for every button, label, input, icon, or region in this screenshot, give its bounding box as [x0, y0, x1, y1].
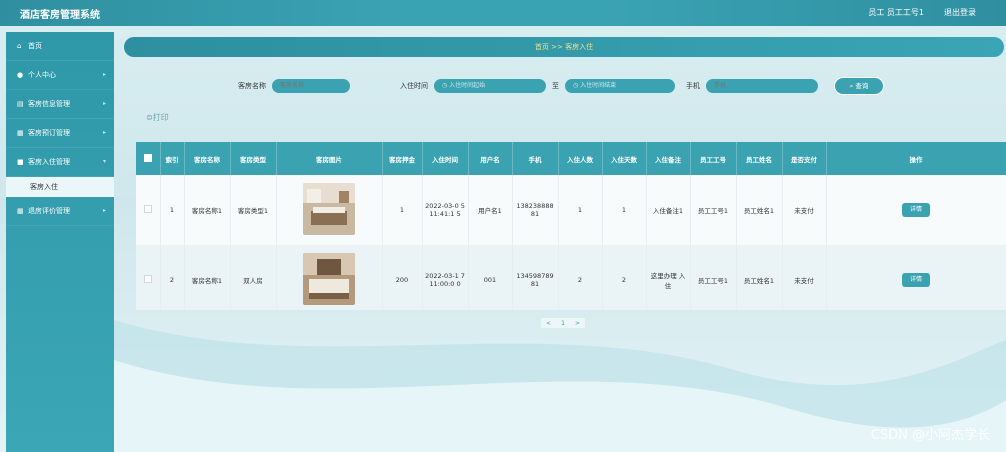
page-number[interactable]: 1 — [561, 320, 565, 327]
top-bar: 酒店客房管理系统 员工 员工工号1 退出登录 — [0, 0, 1006, 26]
header-index: 索引 — [160, 142, 185, 175]
phone-label: 手机 — [686, 82, 700, 90]
next-page-button[interactable]: > — [575, 320, 580, 327]
detail-button[interactable]: 详情 — [902, 203, 930, 217]
user-icon: ● — [17, 71, 24, 79]
room-image — [303, 253, 355, 305]
header-room-image: 客房图片 — [276, 142, 383, 175]
user-label: 员工 员工工号1 — [868, 8, 924, 17]
room-image — [303, 183, 355, 235]
cell-emp-no: 员工工号1 — [690, 175, 737, 245]
row-checkbox[interactable] — [143, 275, 152, 283]
sidebar-subitem-checkin[interactable]: 客房入住 — [6, 177, 114, 197]
cell-note: 入住备注1 — [646, 175, 691, 245]
chevron-icon: ▸ — [102, 207, 106, 214]
header-paid: 是否支付 — [782, 142, 827, 175]
grid-icon: ▦ — [17, 207, 24, 215]
cell-days: 1 — [602, 175, 647, 245]
prev-page-button[interactable]: < — [546, 320, 551, 327]
sidebar-item-profile[interactable]: ● 个人中心 ▸ — [6, 61, 114, 90]
header-room-type: 客房类型 — [230, 142, 277, 175]
cell-paid: 未支付 — [782, 245, 827, 310]
sidebar-item-checkout[interactable]: ▦ 退房评价管理 ▸ — [6, 197, 114, 226]
query-button[interactable]: ⌕ 查询 — [834, 77, 884, 95]
checkin-table: 索引 客房名称 客房类型 客房图片 客房押金 入住时间 用户名 手机 入住人数 … — [136, 142, 1006, 310]
breadcrumb-current: 客房入住 — [565, 43, 594, 51]
cell-people: 2 — [558, 245, 603, 310]
cell-username: 用户名1 — [468, 175, 513, 245]
time-start-input[interactable]: ◷ 入住时间起始 — [434, 79, 546, 93]
time-end-input[interactable]: ◷ 入住时间结束 — [565, 79, 675, 93]
phone-filter: 手机 — [686, 78, 818, 94]
sidebar: ⌂ 首页 ● 个人中心 ▸ ▤ 客房信息管理 ▸ ▦ 客房预订管理 ▸ ■ 客房入住管理 ▾ 客房… — [6, 32, 114, 452]
grid-icon: ▦ — [17, 129, 24, 137]
range-separator: 至 — [552, 82, 559, 90]
home-icon: ⌂ — [17, 42, 22, 50]
cell-checkin-time: 2022-03-1 7 11:00:0 0 — [422, 245, 469, 310]
table-header-row: 索引 客房名称 客房类型 客房图片 客房押金 入住时间 用户名 手机 入住人数 … — [136, 142, 1006, 175]
header-emp-no: 员工工号 — [690, 142, 737, 175]
header-username: 用户名 — [468, 142, 513, 175]
cell-deposit: 200 — [382, 245, 423, 310]
header-emp-name: 员工姓名 — [736, 142, 783, 175]
cell-room-type: 双人房 — [230, 245, 277, 310]
header-select-all[interactable] — [136, 142, 161, 175]
chevron-icon: ▸ — [102, 71, 106, 78]
header-checkin-time: 入住时间 — [422, 142, 469, 175]
sidebar-item-home[interactable]: ⌂ 首页 — [6, 32, 114, 61]
table-row: 2 客房名称1 双人房 200 2022-03-1 7 11:00:0 0 00… — [136, 245, 1006, 310]
print-button[interactable]: ⊜打印 — [146, 112, 169, 123]
cell-emp-no: 员工工号1 — [690, 245, 737, 310]
checkin-time-label: 入住时间 — [400, 82, 428, 90]
chevron-icon: ▾ — [102, 158, 106, 165]
cell-index: 2 — [160, 245, 185, 310]
cell-note: 这里办理 入住 — [646, 245, 691, 310]
cell-emp-name: 员工姓名1 — [736, 245, 783, 310]
header-phone: 手机 — [512, 142, 559, 175]
cell-paid: 未支付 — [782, 175, 827, 245]
list-icon: ▤ — [17, 100, 24, 108]
print-icon: ⊜ — [146, 113, 153, 122]
cell-people: 1 — [558, 175, 603, 245]
cell-room-name: 客房名称1 — [184, 175, 231, 245]
detail-button[interactable]: 详情 — [902, 273, 930, 287]
checkbox[interactable] — [143, 153, 152, 162]
watermark: CSDN @小阿杰学长 — [870, 428, 990, 443]
header-room-name: 客房名称 — [184, 142, 231, 175]
cell-room-type: 客房类型1 — [230, 175, 277, 245]
checkin-time-filter: 入住时间 ◷ 入住时间起始 至 ◷ 入住时间结束 — [400, 78, 675, 94]
logout-link[interactable]: 退出登录 — [944, 7, 976, 18]
cell-username: 001 — [468, 245, 513, 310]
room-name-label: 客房名称 — [238, 82, 266, 90]
sidebar-item-booking[interactable]: ▦ 客房预订管理 ▸ — [6, 119, 114, 148]
breadcrumb-separator: >> — [551, 43, 563, 51]
phone-input[interactable] — [706, 79, 818, 93]
table-row: 1 客房名称1 客房类型1 1 2022-03-0 5 11:41:1 5 用户… — [136, 175, 1006, 245]
cell-phone: 134598789 81 — [512, 245, 559, 310]
cell-room-name: 客房名称1 — [184, 245, 231, 310]
cell-checkin-time: 2022-03-0 5 11:41:1 5 — [422, 175, 469, 245]
cell-days: 2 — [602, 245, 647, 310]
cell-deposit: 1 — [382, 175, 423, 245]
cell-phone: 138238888 81 — [512, 175, 559, 245]
cell-index: 1 — [160, 175, 185, 245]
sidebar-item-room-info[interactable]: ▤ 客房信息管理 ▸ — [6, 90, 114, 119]
header-actions: 操作 — [826, 142, 1006, 175]
breadcrumb-home[interactable]: 首页 — [535, 43, 549, 51]
pagination: < 1 > — [541, 318, 585, 328]
header-people: 入住人数 — [558, 142, 603, 175]
header-days: 入住天数 — [602, 142, 647, 175]
header-deposit: 客房押金 — [382, 142, 423, 175]
chevron-icon: ▸ — [102, 100, 106, 107]
breadcrumb: 首页 >> 客房入住 — [124, 37, 1004, 57]
folder-icon: ■ — [17, 158, 24, 166]
room-name-filter: 客房名称 — [238, 78, 350, 94]
header-note: 入住备注 — [646, 142, 691, 175]
sidebar-item-checkin-mgmt[interactable]: ■ 客房入住管理 ▾ — [6, 148, 114, 177]
chevron-icon: ▸ — [102, 129, 106, 136]
room-name-input[interactable] — [272, 79, 350, 93]
row-checkbox[interactable] — [143, 205, 152, 213]
cell-emp-name: 员工姓名1 — [736, 175, 783, 245]
app-title: 酒店客房管理系统 — [20, 10, 100, 21]
